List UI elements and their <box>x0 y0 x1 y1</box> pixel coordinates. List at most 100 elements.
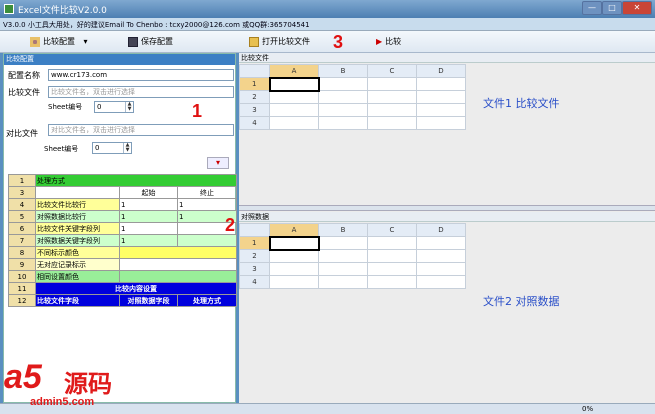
sheet-cell[interactable] <box>269 275 319 289</box>
sheet-cell[interactable] <box>416 77 466 91</box>
color-cell[interactable] <box>119 270 237 283</box>
table-row: 9 无对应记录标示 <box>8 258 237 271</box>
sheet-cell[interactable] <box>318 90 368 104</box>
options-dropdown-button[interactable]: ▾ <box>207 157 229 169</box>
window-title: Excel文件比较V2.0.0 <box>18 6 107 16</box>
grid-cell[interactable]: 1 <box>119 222 178 235</box>
grid-cell[interactable] <box>177 234 237 247</box>
config-name-label: 配置名称 <box>8 71 40 80</box>
col-header[interactable]: B <box>318 64 368 78</box>
sheet-cell[interactable] <box>367 116 417 130</box>
table-row: 11 比较内容设置 <box>8 282 237 295</box>
save-config-button[interactable]: 保存配置 <box>128 34 173 50</box>
panel-splitter[interactable] <box>239 205 655 211</box>
sheet-cell[interactable] <box>416 262 466 276</box>
sheet-cell[interactable] <box>367 103 417 117</box>
compare-button[interactable]: ▶ 比较 <box>376 34 401 50</box>
row-header[interactable]: 2 <box>239 90 270 104</box>
compare-file-input[interactable]: 比较文件名，双击进行选择 <box>48 86 234 98</box>
ref-data-sheet[interactable]: ABCD 1 2 3 4 <box>239 223 466 289</box>
sheet-cell[interactable] <box>367 236 417 250</box>
config-name-input[interactable]: www.cr173.com <box>48 69 234 81</box>
ref-file-input[interactable]: 对比文件名，双击进行选择 <box>48 124 234 136</box>
floppy-icon <box>128 36 138 47</box>
active-cell[interactable] <box>268 235 320 251</box>
grid-cell[interactable]: 处理方式 <box>35 174 237 187</box>
open-label: 打开比较文件 <box>262 37 310 46</box>
stepper-arrows-icon[interactable]: ▲ ▼ <box>125 102 133 112</box>
grid-cell: 比较内容设置 <box>35 282 237 295</box>
grid-cell[interactable]: 1 <box>119 198 178 211</box>
sheet-cell[interactable] <box>318 103 368 117</box>
col-header[interactable]: D <box>416 223 466 237</box>
col-header[interactable]: A <box>269 64 319 78</box>
play-icon: ▶ <box>376 37 383 46</box>
row-header[interactable]: 2 <box>239 249 270 263</box>
sheet-cell[interactable] <box>269 103 319 117</box>
grid-cell[interactable]: 1 <box>177 198 237 211</box>
grid-cell: 对照数据字段 <box>119 294 178 307</box>
ref-sheet-no-stepper[interactable]: 0 ▲ ▼ <box>92 142 132 154</box>
col-header[interactable]: C <box>367 223 417 237</box>
compare-file-sheet[interactable]: ABCD 1 2 3 4 <box>239 64 466 130</box>
save-label: 保存配置 <box>141 37 173 46</box>
watermark-logo: a5 源码 admin5.com <box>0 358 170 414</box>
sheet-cell[interactable] <box>318 116 368 130</box>
ref-sheet-no-value: 0 <box>95 144 100 152</box>
grid-cell: 无对应记录标示 <box>35 258 120 271</box>
sheet-cell[interactable] <box>416 249 466 263</box>
sheet-cell[interactable] <box>318 275 368 289</box>
sheet-cell[interactable] <box>269 262 319 276</box>
table-row: 5 对照数据比较行 1 1 <box>8 210 237 223</box>
open-compare-file-button[interactable]: 打开比较文件 <box>249 34 310 50</box>
stepper-arrows-icon[interactable]: ▲ ▼ <box>123 143 131 153</box>
sheet-cell[interactable] <box>318 77 368 91</box>
maximize-button[interactable]: □ <box>602 1 622 15</box>
row-header[interactable]: 3 <box>239 103 270 117</box>
col-header[interactable]: D <box>416 64 466 78</box>
config-button[interactable]: 比较配置 ▾ <box>30 34 88 50</box>
sheet-cell[interactable] <box>367 77 417 91</box>
sheet-cell[interactable] <box>367 90 417 104</box>
table-row: 4 比较文件比较行 1 1 <box>8 198 237 211</box>
ref-file-label: 对比文件 <box>6 129 38 138</box>
table-row: 7 对照数据关键字段列 1 <box>8 234 237 247</box>
table-row: 8 不同标示颜色 <box>8 246 237 259</box>
row-header[interactable]: 1 <box>239 77 270 91</box>
color-cell[interactable] <box>119 246 237 259</box>
row-header[interactable]: 4 <box>239 275 270 289</box>
dropdown-arrow-icon: ▾ <box>83 37 88 46</box>
sheet-cell[interactable] <box>367 249 417 263</box>
row-header[interactable]: 3 <box>239 262 270 276</box>
active-cell[interactable] <box>268 76 320 92</box>
sheet-cell[interactable] <box>416 236 466 250</box>
grid-cell[interactable]: 1 <box>119 210 178 223</box>
sheet-cell[interactable] <box>269 116 319 130</box>
close-button[interactable]: ✕ <box>622 1 652 15</box>
col-header[interactable]: B <box>318 223 368 237</box>
row-header[interactable]: 4 <box>239 116 270 130</box>
row-header[interactable]: 1 <box>239 236 270 250</box>
col-header[interactable]: A <box>269 223 319 237</box>
sheet-cell[interactable] <box>318 236 368 250</box>
sheet-cell[interactable] <box>367 275 417 289</box>
grid-cell[interactable] <box>35 186 120 199</box>
sheet-cell[interactable] <box>416 116 466 130</box>
sheet-cell[interactable] <box>269 249 319 263</box>
folder-icon <box>249 36 259 47</box>
col-header[interactable]: C <box>367 64 417 78</box>
sheet-cell[interactable] <box>318 262 368 276</box>
step-marker-2: 2 <box>225 215 236 235</box>
sheet-cell[interactable] <box>416 103 466 117</box>
sheet-cell[interactable] <box>416 275 466 289</box>
grid-cell: 对照数据关键字段列 <box>35 234 120 247</box>
sheet-no-stepper[interactable]: 0 ▲ ▼ <box>94 101 134 113</box>
sheet-cell[interactable] <box>416 90 466 104</box>
grid-cell: 起始 <box>119 186 178 199</box>
grid-cell[interactable]: 1 <box>119 234 178 247</box>
color-cell[interactable] <box>119 258 237 271</box>
sheet-cell[interactable] <box>367 262 417 276</box>
sheet-cell[interactable] <box>318 249 368 263</box>
sheet-cell[interactable] <box>269 90 319 104</box>
minimize-button[interactable]: — <box>582 1 602 15</box>
